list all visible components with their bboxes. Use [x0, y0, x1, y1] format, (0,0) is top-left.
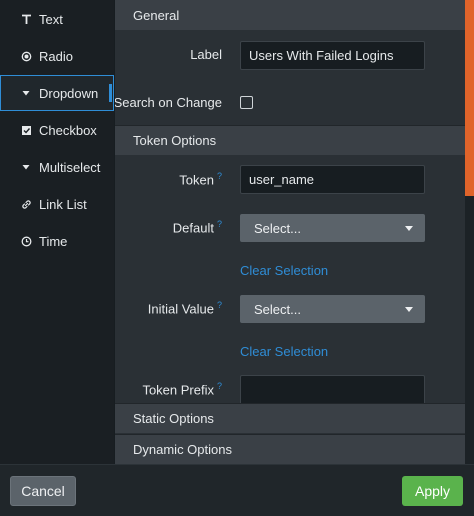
sidebar-item-label: Time — [39, 233, 68, 249]
help-icon[interactable]: ? — [217, 171, 222, 181]
token-input[interactable] — [240, 165, 425, 194]
section-title: General — [133, 7, 180, 23]
default-label: Default? — [173, 219, 222, 235]
caret-down-icon — [405, 307, 413, 312]
sidebar-item-label: Checkbox — [39, 122, 97, 138]
token-prefix-input[interactable] — [240, 375, 425, 405]
initial-value-label: Initial Value? — [148, 300, 222, 316]
token-label-text: Token — [179, 172, 214, 188]
help-icon[interactable]: ? — [217, 300, 222, 310]
token-prefix-label-text: Token Prefix — [142, 382, 214, 398]
search-on-change-checkbox[interactable] — [240, 96, 253, 109]
label-field-label: Label — [190, 47, 222, 62]
caret-down-icon — [20, 87, 32, 99]
text-t-icon — [20, 13, 32, 25]
sidebar-item-label: Link List — [39, 196, 87, 212]
radio-icon — [20, 50, 32, 62]
checkbox-icon — [20, 124, 32, 136]
sidebar-item-multiselect[interactable]: Multiselect — [0, 149, 114, 185]
sidebar-item-text[interactable]: Text — [0, 1, 114, 37]
sidebar-item-time[interactable]: Time — [0, 223, 114, 259]
sidebar-item-label: Dropdown — [39, 85, 99, 101]
link-icon — [20, 198, 32, 210]
apply-button[interactable]: Apply — [402, 476, 463, 506]
sidebar-item-dropdown[interactable]: Dropdown — [0, 75, 114, 111]
input-type-sidebar: Text Radio Dropdown Checkbox Multiselect… — [0, 0, 114, 464]
sidebar-item-label: Radio — [39, 48, 73, 64]
default-label-text: Default — [172, 220, 214, 236]
search-on-change-label: Search on Change — [115, 95, 222, 110]
initial-value-select[interactable]: Select... — [240, 295, 425, 323]
label-input[interactable] — [240, 41, 425, 70]
initial-value-select-value: Select... — [254, 301, 301, 317]
clock-icon — [20, 235, 32, 247]
cancel-button[interactable]: Cancel — [10, 476, 76, 506]
section-general-header[interactable]: General — [115, 0, 465, 30]
section-title: Static Options — [133, 411, 214, 426]
section-token-options-header[interactable]: Token Options — [115, 125, 465, 155]
settings-panel: General Label Search on Change Token Opt… — [115, 0, 465, 464]
default-select[interactable]: Select... — [240, 214, 425, 242]
caret-down-icon — [405, 226, 413, 231]
sidebar-item-label: Multiselect — [39, 159, 101, 175]
default-clear-selection-link[interactable]: Clear Selection — [240, 263, 328, 278]
token-prefix-label: Token Prefix? — [142, 381, 222, 397]
token-label: Token? — [179, 171, 222, 187]
caret-down-icon — [20, 161, 32, 173]
default-select-value: Select... — [254, 220, 301, 236]
dialog-footer: Cancel Apply — [0, 464, 474, 516]
section-title: Token Options — [133, 133, 217, 148]
section-dynamic-options-header[interactable]: Dynamic Options — [115, 434, 465, 464]
help-icon[interactable]: ? — [217, 219, 222, 229]
initial-value-label-text: Initial Value — [147, 301, 214, 317]
scrollbar-thumb[interactable] — [465, 0, 474, 196]
initial-value-clear-selection-link[interactable]: Clear Selection — [240, 344, 328, 359]
sidebar-item-link-list[interactable]: Link List — [0, 186, 114, 222]
help-icon[interactable]: ? — [217, 381, 222, 391]
section-title: Dynamic Options — [133, 442, 232, 457]
sidebar-item-label: Text — [39, 11, 63, 27]
section-static-options-header[interactable]: Static Options — [115, 403, 465, 433]
sidebar-item-checkbox[interactable]: Checkbox — [0, 112, 114, 148]
sidebar-item-radio[interactable]: Radio — [0, 38, 114, 74]
